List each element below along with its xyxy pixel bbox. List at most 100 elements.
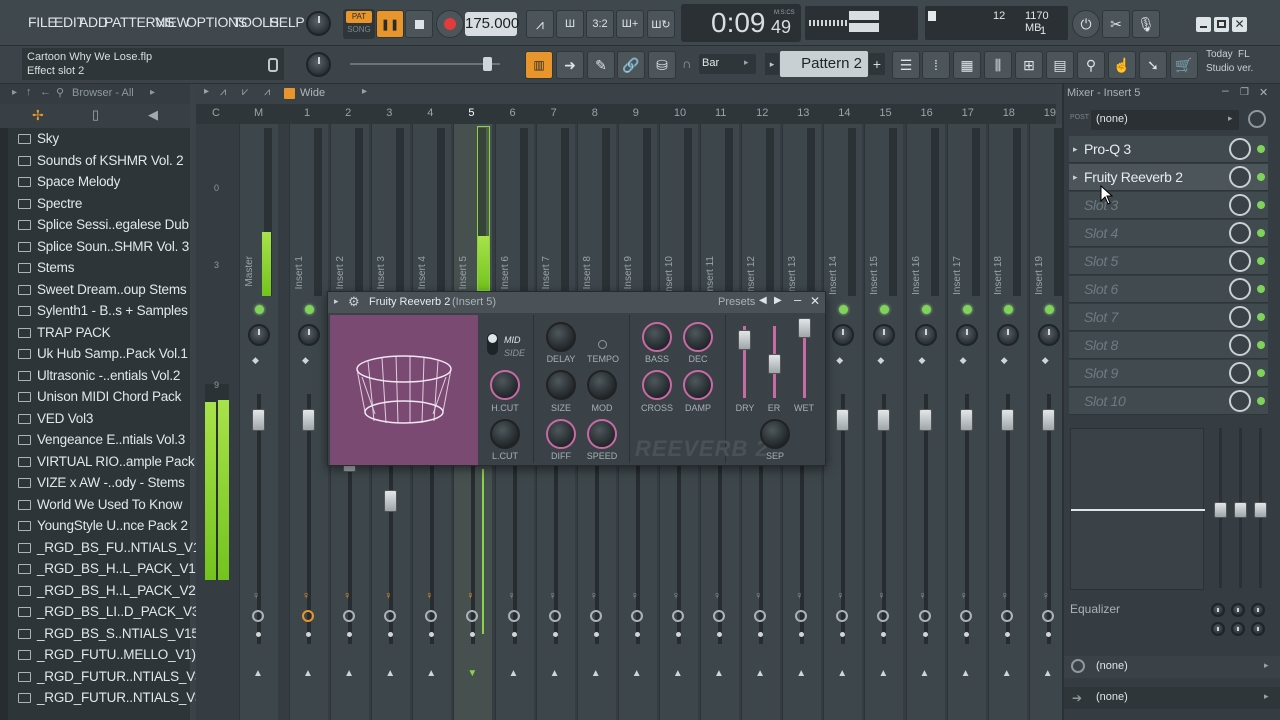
mixer-column-number[interactable]: 9 [633, 107, 639, 119]
effect-slot[interactable]: Slot 4 [1069, 220, 1268, 247]
er-slider[interactable] [768, 354, 781, 374]
mixer-column-number[interactable]: 17 [962, 107, 974, 119]
record-arm-icon[interactable] [466, 610, 479, 622]
routing-icon[interactable]: ♀ [549, 590, 557, 602]
eq-low-knob[interactable] [1211, 603, 1225, 617]
routing-icon[interactable]: ♀ [343, 590, 351, 602]
slot-mix-knob[interactable] [1229, 362, 1251, 384]
send-arrow-icon[interactable]: ▲ [878, 668, 888, 679]
record-arm-icon[interactable] [754, 610, 767, 622]
menu-view[interactable]: VIEW [155, 14, 190, 30]
browser-folder-item[interactable]: _RGD_BS_H..L_PACK_V2 [18, 583, 196, 598]
mixer-column-number[interactable]: 6 [510, 107, 516, 119]
slot-mix-knob[interactable] [1229, 194, 1251, 216]
send-dot[interactable] [675, 632, 681, 637]
send-arrow-icon[interactable]: ▲ [920, 668, 930, 679]
eq-sliders[interactable] [1214, 428, 1274, 588]
slot-enable-led[interactable] [1257, 313, 1265, 321]
presets-button[interactable]: Presets [718, 296, 755, 308]
routing-icon[interactable]: ♀ [1042, 590, 1050, 602]
dry-slider[interactable] [738, 330, 751, 350]
browser-folder-item[interactable]: _RGD_BS_S..NTIALS_V15 [18, 626, 199, 641]
send-dot[interactable] [593, 632, 599, 637]
snap-select[interactable]: Bar ▸ [699, 54, 756, 74]
mute-led[interactable] [839, 305, 849, 314]
volume-fader-track[interactable] [307, 394, 311, 644]
mixer-column-number[interactable]: 11 [715, 107, 726, 119]
mixer-column-number[interactable]: 18 [1003, 107, 1015, 119]
mute-led[interactable] [962, 305, 972, 314]
panic-button[interactable]: ⏻ [1072, 10, 1100, 38]
loop-record-button[interactable]: Ш↻ [647, 10, 675, 38]
send-dot[interactable] [552, 632, 558, 637]
arrow-up-icon[interactable]: ↑ [26, 86, 32, 98]
send-arrow-icon[interactable]: ▲ [344, 668, 354, 679]
snap-icon[interactable]: ✢ [32, 107, 44, 124]
slot-mix-knob[interactable] [1229, 222, 1251, 244]
mixer-strip[interactable]: Insert 14 ◆ ♀ ▲ [823, 124, 863, 720]
view-icon[interactable]: ⩘ [220, 86, 226, 99]
send-dot[interactable] [1004, 632, 1010, 637]
browser-folder-item[interactable]: Sylenth1 - B..s + Samples [18, 303, 188, 318]
record-arm-icon[interactable] [425, 610, 438, 622]
maximize-icon[interactable]: ❐ [1240, 87, 1249, 98]
eq-mid-slider[interactable] [1234, 502, 1247, 518]
record-arm-icon[interactable] [1000, 610, 1013, 622]
routing-icon[interactable]: ♀ [672, 590, 680, 602]
mixer-column-number[interactable]: 2 [345, 107, 351, 119]
volume-fader-track[interactable] [1005, 394, 1010, 644]
slot-enable-led[interactable] [1257, 173, 1265, 181]
stereo-separation-icon[interactable]: ◆ [1042, 355, 1049, 366]
chevron-right-icon[interactable]: ▸ [334, 296, 339, 307]
close-icon[interactable]: ✕ [1259, 86, 1268, 99]
mute-led[interactable] [880, 305, 890, 314]
channel-rack-button[interactable]: ▦ [953, 51, 981, 79]
send-dot[interactable] [717, 632, 722, 637]
send-arrow-icon[interactable]: ▲ [673, 668, 683, 679]
cross-knob[interactable] [642, 370, 672, 400]
view-icon[interactable]: ⩘ [264, 86, 270, 99]
mixer-column-number[interactable]: 3 [386, 107, 392, 119]
browser-folder-item[interactable]: Splice Sessi..egalese Dub [18, 217, 189, 232]
master-volume-knob[interactable] [306, 11, 331, 36]
preset-prev-icon[interactable]: ◀ [759, 295, 767, 306]
menu-file[interactable]: FILE [28, 14, 57, 30]
master-pitch-knob[interactable] [306, 52, 331, 77]
tempo-display[interactable]: 175.000 [465, 12, 519, 36]
send-dot[interactable] [634, 632, 640, 637]
volume-fader[interactable] [252, 409, 265, 431]
send-arrow-icon[interactable]: ▲ [632, 668, 642, 679]
mixer-column-number[interactable]: 13 [797, 107, 809, 119]
send-arrow-icon[interactable]: ▲ [385, 668, 395, 679]
routing-icon[interactable]: ♀ [631, 590, 639, 602]
draw-tool-button[interactable]: ✎ [587, 51, 615, 79]
stereo-separation-icon[interactable]: ◆ [836, 355, 843, 366]
routing-icon[interactable]: ♀ [919, 590, 927, 602]
pan-knob[interactable] [298, 324, 320, 346]
browser-folder-item[interactable]: Uk Hub Samp..Pack Vol.1 [18, 346, 188, 361]
slot-enable-led[interactable] [1257, 397, 1265, 405]
record-arm-icon[interactable] [630, 610, 643, 622]
diff-knob[interactable] [546, 419, 576, 449]
routing-icon[interactable]: ♀ [836, 590, 844, 602]
playlist-button[interactable]: ▥ [525, 51, 553, 79]
send-arrow-icon[interactable]: ▲ [1043, 668, 1053, 679]
browser-folder-item[interactable]: Space Melody [18, 174, 120, 189]
size-knob[interactable] [546, 370, 576, 400]
stereo-separation-icon[interactable]: ◆ [302, 355, 309, 366]
slot-enable-led[interactable] [1257, 257, 1265, 265]
plugin-db-button[interactable]: ⚲ [1077, 51, 1105, 79]
browser-folder-item[interactable]: Sounds of KSHMR Vol. 2 [18, 153, 184, 168]
mixer-strip[interactable]: Master ◆ ♀ ▲ [239, 124, 278, 720]
routing-icon[interactable]: ♀ [384, 590, 392, 602]
stereo-separation-icon[interactable]: ◆ [919, 355, 926, 366]
routing-icon[interactable]: ♀ [1001, 590, 1009, 602]
hcut-knob[interactable] [490, 370, 520, 400]
pan-knob[interactable] [914, 324, 937, 346]
mod-knob[interactable] [587, 370, 617, 400]
browser-folder-item[interactable]: _RGD_BS_H..L_PACK_V1 [18, 561, 196, 576]
stop-button[interactable] [405, 10, 433, 38]
slot-mix-knob[interactable] [1229, 390, 1251, 412]
routing-icon[interactable]: ♀ [960, 590, 968, 602]
effect-slot[interactable]: Slot 6 [1069, 276, 1268, 303]
